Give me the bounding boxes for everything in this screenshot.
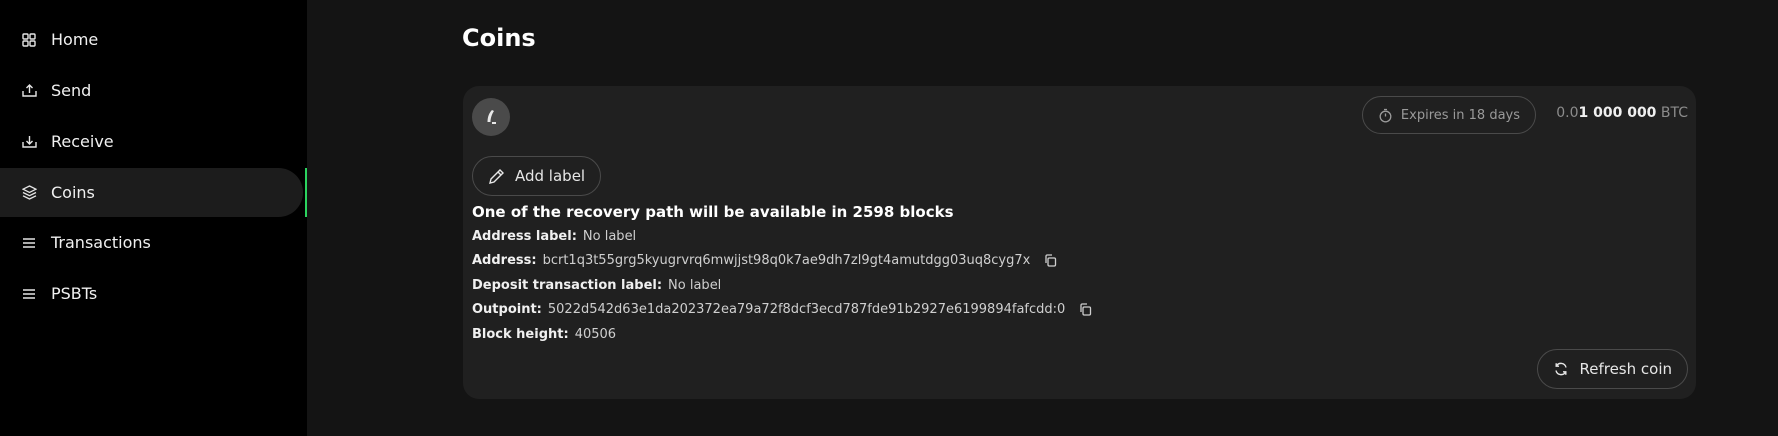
- main-content: Coins Expires in 18 days 0.01 000 000 BT…: [307, 0, 1778, 436]
- sidebar-item-label: Send: [51, 81, 92, 100]
- copy-icon[interactable]: [1044, 254, 1057, 267]
- timer-icon: [1378, 108, 1393, 123]
- block-height-value: 40506: [574, 327, 617, 342]
- deposit-label-value: No label: [668, 278, 722, 293]
- grid-icon: [21, 32, 37, 48]
- expiry-badge: Expires in 18 days: [1361, 96, 1536, 134]
- wallet-logo-icon: [472, 98, 510, 136]
- sidebar-item-label: PSBTs: [51, 284, 98, 303]
- address-label-key: Address label:: [472, 229, 577, 244]
- sidebar-item-coins[interactable]: Coins: [0, 168, 303, 217]
- refresh-coin-button[interactable]: Refresh coin: [1537, 349, 1688, 389]
- block-height-row: Block height: 40506: [472, 327, 616, 342]
- sidebar-item-receive[interactable]: Receive: [0, 117, 303, 166]
- sidebar-item-label: Coins: [51, 183, 95, 202]
- coin-amount: 0.01 000 000 BTC: [1556, 105, 1688, 121]
- copy-icon[interactable]: [1079, 303, 1092, 316]
- pencil-icon: [488, 168, 505, 185]
- expiry-text: Expires in 18 days: [1400, 107, 1520, 123]
- receive-icon: [21, 134, 37, 150]
- amount-main: 1 000 000: [1578, 105, 1657, 121]
- send-icon: [21, 83, 37, 99]
- outpoint-row: Outpoint: 5022d542d63e1da202372ea79a72f8…: [472, 302, 1092, 317]
- sidebar-item-transactions[interactable]: Transactions: [0, 218, 303, 267]
- sidebar-item-send[interactable]: Send: [0, 66, 303, 115]
- list-icon: [21, 235, 37, 251]
- address-key: Address:: [472, 253, 537, 268]
- amount-unit: BTC: [1660, 105, 1688, 121]
- coin-card: Expires in 18 days 0.01 000 000 BTC Add …: [463, 86, 1696, 399]
- deposit-label-key: Deposit transaction label:: [472, 278, 663, 293]
- sidebar-item-psbts[interactable]: PSBTs: [0, 269, 303, 318]
- sidebar-item-label: Transactions: [51, 233, 151, 252]
- address-label-value: No label: [582, 229, 637, 244]
- outpoint-key: Outpoint:: [472, 302, 542, 317]
- outpoint-value: 5022d542d63e1da202372ea79a72f8dcf3ecd787…: [547, 302, 1066, 317]
- recovery-notice: One of the recovery path will be availab…: [472, 203, 954, 221]
- page-title: Coins: [462, 24, 536, 52]
- address-label-row: Address label: No label: [472, 229, 636, 244]
- amount-prefix: 0.0: [1556, 105, 1579, 121]
- sidebar-item-label: Home: [51, 30, 99, 49]
- deposit-label-row: Deposit transaction label: No label: [472, 278, 721, 293]
- sidebar: Home Send Receive Coins Transactions PSB…: [0, 0, 307, 436]
- coins-icon: [21, 185, 37, 201]
- sidebar-item-label: Receive: [51, 132, 114, 151]
- refresh-label: Refresh coin: [1579, 360, 1672, 378]
- block-height-key: Block height:: [472, 327, 569, 342]
- refresh-icon: [1553, 361, 1569, 377]
- sidebar-item-home[interactable]: Home: [0, 15, 303, 64]
- address-value: bcrt1q3t55grg5kyugrvrq6mwjjst98q0k7ae9dh…: [542, 253, 1031, 268]
- add-label-text: Add label: [515, 167, 586, 185]
- add-label-button[interactable]: Add label: [472, 156, 602, 196]
- address-row: Address: bcrt1q3t55grg5kyugrvrq6mwjjst98…: [472, 253, 1057, 268]
- list-icon: [21, 286, 37, 302]
